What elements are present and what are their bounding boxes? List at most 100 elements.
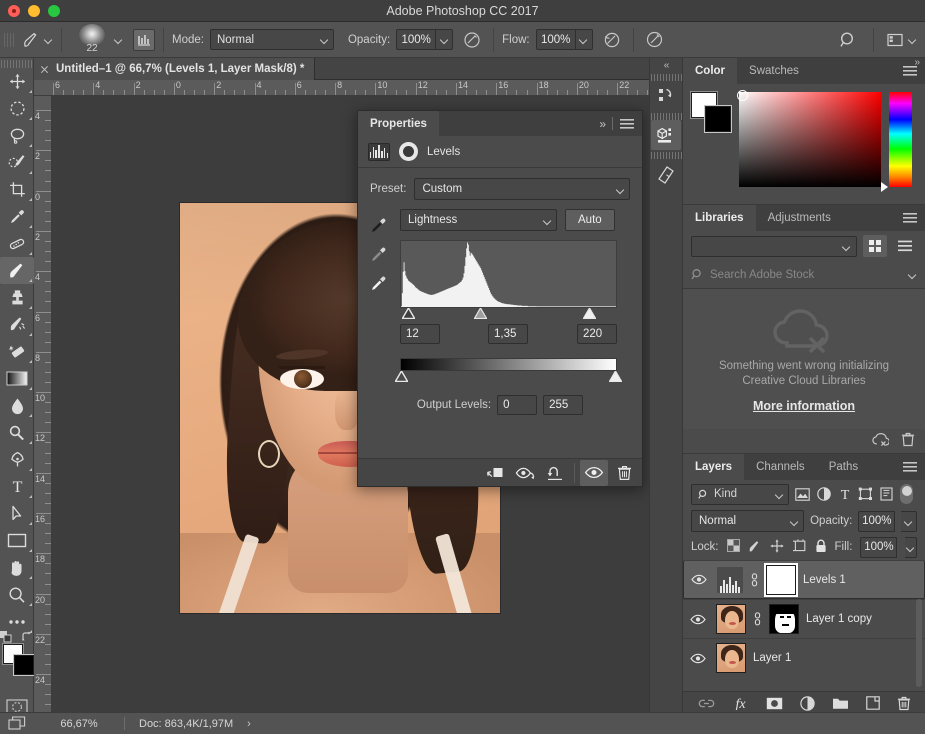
set-black-point-eyedropper-icon[interactable] <box>370 216 388 237</box>
link-layers-icon[interactable] <box>698 698 715 712</box>
lock-image-icon[interactable] <box>748 539 762 556</box>
lock-position-icon[interactable] <box>770 539 784 556</box>
output-white-field[interactable]: 255 <box>543 395 583 415</box>
sync-error-icon[interactable] <box>872 433 889 450</box>
output-levels-sliders[interactable] <box>400 371 617 385</box>
stock-search-row[interactable]: Search Adobe Stock <box>683 261 925 289</box>
history-brush-tool[interactable] <box>0 311 34 338</box>
table-row[interactable]: Layer 1 copy <box>683 599 925 638</box>
toggle-visibility-icon[interactable] <box>580 460 608 486</box>
output-black-slider[interactable] <box>395 371 408 382</box>
tool-palette-grip[interactable] <box>0 58 33 68</box>
tab-adjustments[interactable]: Adjustments <box>756 205 843 231</box>
layer-mask-thumbnail[interactable] <box>766 565 796 595</box>
preset-dropdown[interactable]: Custom <box>414 178 630 200</box>
clone-stamp-tool[interactable] <box>0 284 34 311</box>
layer-name[interactable]: Layer 1 copy <box>806 613 872 625</box>
opacity-pressure-icon[interactable] <box>459 27 485 53</box>
rail-grip[interactable] <box>650 111 682 120</box>
horizontal-ruler[interactable]: 6420246810121416182022 <box>34 80 683 96</box>
layer-opacity-input[interactable]: 100% <box>858 511 895 532</box>
table-row[interactable]: Levels 1 <box>683 560 925 599</box>
brush-tool-icon[interactable] <box>18 27 44 53</box>
midtone-input-slider[interactable] <box>474 308 487 319</box>
layer-thumbnail[interactable] <box>716 643 746 673</box>
collapse-icon[interactable]: » <box>599 117 605 131</box>
set-white-point-eyedropper-icon[interactable] <box>370 274 388 295</box>
layer-mask-icon[interactable] <box>766 697 783 713</box>
type-filter-icon[interactable]: T <box>837 484 852 505</box>
lock-all-icon[interactable] <box>815 539 827 556</box>
zoom-tool[interactable] <box>0 581 34 608</box>
link-mask-icon[interactable] <box>750 573 759 587</box>
hue-slider-marker[interactable] <box>881 182 888 192</box>
input-levels-sliders[interactable] <box>400 308 617 322</box>
background-color-swatch[interactable] <box>14 655 34 675</box>
new-group-icon[interactable] <box>832 697 849 713</box>
layer-style-icon[interactable]: fx <box>732 696 749 713</box>
3d-panel-icon[interactable] <box>651 120 681 150</box>
hue-slider[interactable] <box>889 92 912 187</box>
panel-menu-icon[interactable] <box>903 462 917 472</box>
flow-stepper[interactable] <box>576 29 593 50</box>
list-view-icon[interactable] <box>893 235 917 257</box>
highlight-input-slider[interactable] <box>583 308 596 319</box>
panel-menu-icon[interactable] <box>903 213 917 223</box>
smoothing-icon[interactable] <box>642 27 668 53</box>
layer-visibility-toggle[interactable] <box>688 574 710 585</box>
screen-mode-status-icon[interactable] <box>0 716 34 731</box>
layer-visibility-toggle[interactable] <box>687 614 709 625</box>
mask-icon[interactable] <box>399 142 418 161</box>
blend-mode-dropdown[interactable]: Normal <box>210 29 334 50</box>
opacity-input[interactable]: 100% <box>396 29 436 50</box>
lock-artboard-icon[interactable] <box>792 539 807 556</box>
tab-paths[interactable]: Paths <box>817 454 870 480</box>
layer-name[interactable]: Levels 1 <box>803 574 846 586</box>
layer-opacity-stepper[interactable] <box>901 511 917 532</box>
dodge-tool[interactable] <box>0 419 34 446</box>
tab-layers[interactable]: Layers <box>683 454 744 480</box>
tool-preset-caret-icon[interactable] <box>44 35 53 44</box>
tab-channels[interactable]: Channels <box>744 454 817 480</box>
quick-selection-tool[interactable] <box>0 149 34 176</box>
brush-preset-caret-icon[interactable] <box>114 35 123 44</box>
lasso-tool[interactable] <box>0 122 34 149</box>
airbrush-icon[interactable] <box>599 27 625 53</box>
flow-input[interactable]: 100% <box>536 29 576 50</box>
rectangle-tool[interactable] <box>0 527 34 554</box>
layer-blend-mode-dropdown[interactable]: Normal <box>691 510 804 532</box>
gradient-tool[interactable] <box>0 365 34 392</box>
eyedropper-tool[interactable] <box>0 203 34 230</box>
reset-icon[interactable] <box>541 460 569 486</box>
table-row[interactable]: Layer 1 <box>683 638 925 677</box>
healing-brush-tool[interactable] <box>0 230 34 257</box>
link-mask-icon[interactable] <box>753 612 762 626</box>
layer-thumbnail[interactable] <box>716 604 746 634</box>
levels-histogram[interactable] <box>400 240 617 308</box>
layer-visibility-toggle[interactable] <box>687 653 709 664</box>
toggle-previous-state-icon[interactable] <box>511 460 539 486</box>
fill-stepper[interactable] <box>905 537 917 558</box>
paths-panel-icon[interactable] <box>651 159 681 189</box>
history-panel-icon[interactable] <box>651 81 681 111</box>
options-bar-grip[interactable] <box>4 29 14 51</box>
shadow-input-slider[interactable] <box>402 308 415 319</box>
filter-kind-dropdown[interactable]: Kind <box>691 484 789 505</box>
rail-grip[interactable] <box>650 150 682 159</box>
document-tab[interactable]: Untitled–1 @ 66,7% (Levels 1, Layer Mask… <box>34 58 315 80</box>
blur-tool[interactable] <box>0 392 34 419</box>
dock-collapse-icon[interactable]: » <box>914 57 919 68</box>
lock-transparent-icon[interactable] <box>727 539 740 555</box>
brush-preview[interactable]: 22 <box>70 24 114 56</box>
crop-tool[interactable] <box>0 176 34 203</box>
tab-properties[interactable]: Properties <box>358 111 439 136</box>
grid-view-icon[interactable] <box>863 235 887 257</box>
marquee-tool[interactable] <box>0 95 34 122</box>
midtone-input-field[interactable]: 1,35 <box>488 324 528 344</box>
channel-dropdown[interactable]: Lightness <box>400 209 557 231</box>
color-field[interactable] <box>739 92 881 187</box>
library-select[interactable] <box>691 236 857 257</box>
shadow-input-field[interactable]: 12 <box>400 324 440 344</box>
eraser-tool[interactable] <box>0 338 34 365</box>
path-selection-tool[interactable] <box>0 500 34 527</box>
